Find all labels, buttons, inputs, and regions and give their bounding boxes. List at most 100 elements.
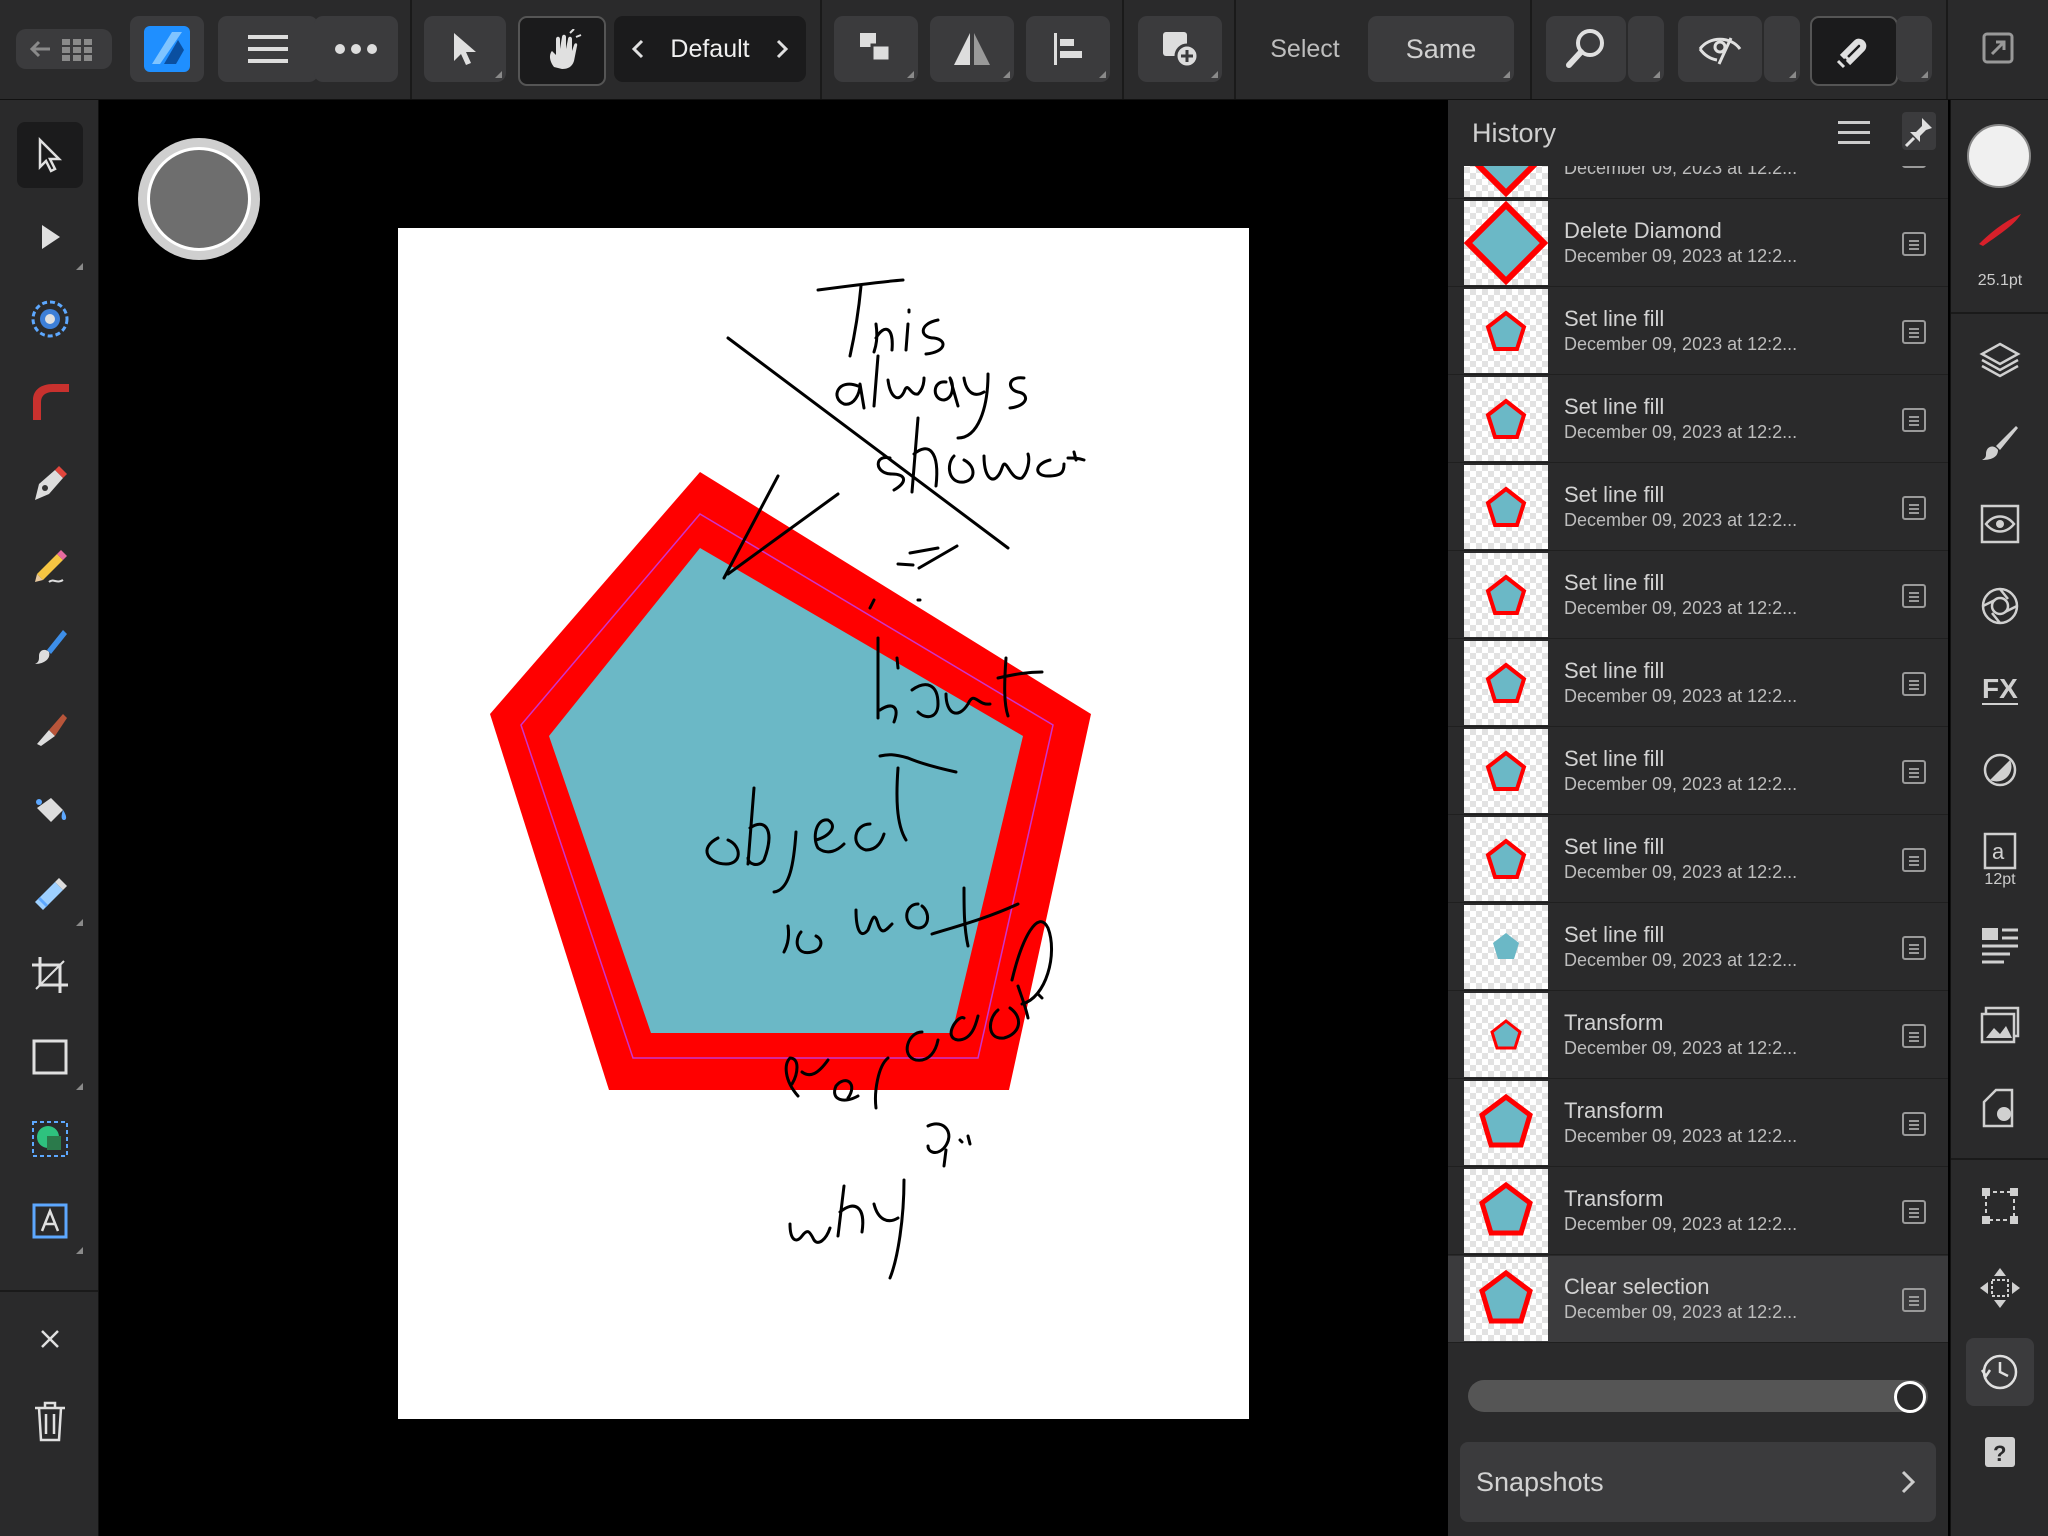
history-item[interactable]: December 09, 2023 at 12:2... — [1448, 166, 1948, 199]
align-button[interactable] — [1026, 16, 1110, 82]
corner-tool[interactable] — [17, 368, 83, 434]
history-item-name: Set line fill — [1564, 306, 1665, 331]
pencil-tool[interactable] — [17, 532, 83, 598]
ellipsis-icon — [335, 44, 377, 54]
gradient-tool[interactable] — [17, 778, 83, 844]
history-item[interactable]: Set line fill December 09, 2023 at 12:2..… — [1448, 376, 1948, 463]
same-label: Same — [1405, 33, 1477, 64]
close-context-button[interactable] — [17, 1306, 83, 1372]
rectangle-tool[interactable] — [17, 1024, 83, 1090]
history-state-icon — [1902, 672, 1926, 696]
history-list[interactable]: December 09, 2023 at 12:2... Delete Diamo… — [1448, 166, 1948, 1456]
pen-tool[interactable] — [17, 450, 83, 516]
history-item[interactable]: Set line fill December 09, 2023 at 12:2..… — [1448, 288, 1948, 375]
assets-studio-button[interactable] — [1968, 1076, 2032, 1140]
history-thumbnail — [1464, 729, 1548, 813]
brush-icon — [35, 630, 67, 664]
menu-button[interactable] — [218, 16, 318, 82]
paragraph-studio-button[interactable] — [1968, 912, 2032, 976]
appearance-studio-button[interactable] — [1968, 492, 2032, 556]
history-item[interactable]: Set line fill December 09, 2023 at 12:2..… — [1448, 640, 1948, 727]
hover-button[interactable] — [138, 138, 260, 260]
history-item-date: December 09, 2023 at 12:2... — [1564, 1214, 1798, 1234]
magnifier-icon — [1566, 29, 1604, 68]
history-item[interactable]: Transform December 09, 2023 at 12:2... — [1448, 1080, 1948, 1167]
snapshots-button[interactable]: Snapshots — [1460, 1442, 1936, 1522]
top-toolbar: Default Select Same — [0, 0, 2048, 100]
svg-text:?: ? — [1993, 1441, 2006, 1466]
move-tool[interactable] — [17, 122, 83, 188]
text-tool[interactable] — [17, 1188, 83, 1254]
pentagon-thumb-icon — [1485, 838, 1527, 879]
history-slider-knob[interactable] — [1894, 1381, 1926, 1413]
insert-button[interactable] — [1138, 16, 1222, 82]
navigator-studio-button[interactable] — [1968, 1256, 2032, 1320]
help-button[interactable]: ? — [1968, 1420, 2032, 1484]
color-studio-button[interactable] — [1968, 574, 2032, 638]
stroke-color-well[interactable] — [1975, 210, 2025, 255]
history-slider[interactable] — [1468, 1380, 1928, 1413]
history-item[interactable]: Transform December 09, 2023 at 12:2... — [1448, 1168, 1948, 1255]
history-item[interactable]: Set line fill December 09, 2023 at 12:2..… — [1448, 552, 1948, 639]
text-styles-studio-button[interactable]: a 12pt — [1968, 820, 2032, 900]
vector-brush-tool[interactable] — [17, 614, 83, 680]
history-item-name: Transform — [1564, 1010, 1664, 1035]
more-button[interactable] — [314, 16, 398, 82]
fill-color-well[interactable] — [1967, 124, 2031, 188]
chevron-left-icon — [631, 39, 644, 59]
snapping-button[interactable] — [1810, 16, 1898, 86]
pin-panel-button[interactable] — [1902, 112, 1936, 150]
place-image-tool[interactable] — [17, 1106, 83, 1172]
document-page[interactable] — [398, 228, 1249, 1419]
history-studio-button[interactable] — [1966, 1338, 2034, 1406]
transparency-tool[interactable] — [17, 860, 83, 926]
delete-button[interactable] — [17, 1388, 83, 1454]
view-options-button[interactable] — [1764, 16, 1800, 82]
stroke-swatch-icon — [1979, 214, 2021, 246]
diamond-thumb-icon — [1474, 166, 1538, 197]
select-same-button[interactable]: Same — [1368, 16, 1514, 82]
touch-gesture-button[interactable] — [518, 16, 606, 86]
studio-bar: 25.1pt FX a 12pt ? — [1950, 100, 2048, 1536]
layers-studio-button[interactable] — [1968, 328, 2032, 392]
history-item[interactable]: Set line fill December 09, 2023 at 12:2..… — [1448, 904, 1948, 991]
history-item[interactable]: Set line fill December 09, 2023 at 12:2..… — [1448, 816, 1948, 903]
history-item[interactable]: Set line fill December 09, 2023 at 12:2..… — [1448, 464, 1948, 551]
history-item-date: December 09, 2023 at 12:2... — [1564, 422, 1798, 442]
zoom-options-button[interactable] — [1628, 16, 1664, 82]
transform-studio-button[interactable] — [1968, 1174, 2032, 1238]
history-item-name: Transform — [1564, 1098, 1664, 1123]
history-clock-icon — [1980, 1354, 2018, 1390]
history-item[interactable]: Clear selection December 09, 2023 at 12:2… — [1448, 1256, 1948, 1343]
history-thumbnail — [1464, 905, 1548, 989]
zoom-button[interactable] — [1546, 16, 1626, 82]
flip-button[interactable] — [930, 16, 1014, 82]
stock-studio-button[interactable] — [1968, 994, 2032, 1058]
cursor-arrow-icon — [454, 33, 476, 65]
fullscreen-button[interactable] — [1980, 30, 2016, 71]
history-item[interactable]: Delete Diamond December 09, 2023 at 12:2.… — [1448, 200, 1948, 287]
brushes-studio-button[interactable] — [1968, 410, 2032, 474]
history-menu-button[interactable] — [1836, 118, 1872, 153]
crop-tool[interactable] — [17, 942, 83, 1008]
designer-persona-button[interactable] — [130, 16, 204, 82]
insert-add-icon — [1163, 32, 1200, 69]
history-item[interactable]: Transform December 09, 2023 at 12:2... — [1448, 992, 1948, 1079]
transparency-studio-button[interactable] — [1968, 738, 2032, 802]
node-tool[interactable] — [17, 204, 83, 270]
history-panel: History December 09, 2023 at 12:2... Dele… — [1448, 100, 1948, 1536]
history-item[interactable]: Set line fill December 09, 2023 at 12:2..… — [1448, 728, 1948, 815]
crop-icon — [32, 957, 68, 993]
view-mode-button[interactable] — [1678, 16, 1762, 82]
corner-icon — [33, 384, 69, 420]
contour-icon — [31, 300, 69, 338]
fill-tool[interactable] — [17, 696, 83, 762]
arrange-button[interactable] — [834, 16, 918, 82]
back-to-home-button[interactable] — [16, 29, 112, 69]
select-mode-button[interactable] — [424, 16, 506, 82]
pentagon-thumb-icon — [1493, 933, 1519, 959]
snapping-options-button[interactable] — [1896, 16, 1932, 82]
persona-switcher[interactable]: Default — [614, 16, 806, 82]
contour-tool[interactable] — [17, 286, 83, 352]
effects-studio-button[interactable]: FX — [1968, 656, 2032, 720]
